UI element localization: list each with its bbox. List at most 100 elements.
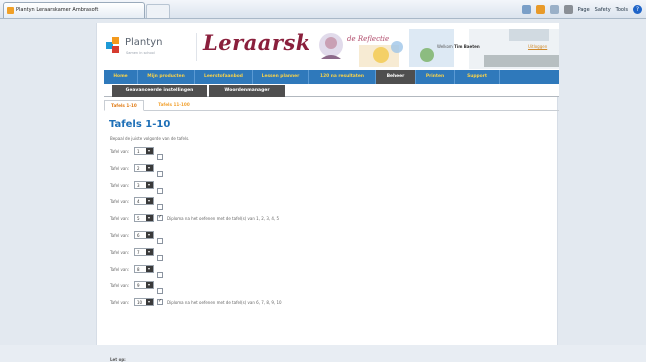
table-select-value: 2 [137, 165, 140, 171]
table-row: Tafel van: 2 [109, 163, 539, 177]
main-nav: Home Mijn producten Leerstofaanbod Lessen p… [104, 70, 559, 84]
chevron-down-icon[interactable] [146, 215, 153, 222]
help-icon[interactable]: ? [633, 5, 642, 14]
subnav-word-manager[interactable]: Woordenmanager [209, 85, 285, 97]
page-menu[interactable]: Page [578, 7, 590, 13]
print-icon[interactable] [563, 5, 573, 14]
command-bar: Page Safety Tools ? [521, 3, 642, 16]
new-tab-button[interactable] [146, 4, 170, 18]
user-name: Tim Baeten [454, 44, 480, 49]
chevron-down-icon[interactable] [146, 282, 153, 289]
table-select[interactable]: 2 [134, 163, 154, 172]
welcome-text: Welkom Tim Baeten [437, 44, 480, 49]
welcome-prefix: Welkom [437, 44, 453, 49]
table-select-value: 7 [137, 249, 140, 255]
diploma-checkbox[interactable] [157, 271, 163, 278]
table-select-value: 9 [137, 283, 140, 289]
table-select-value: 4 [137, 199, 140, 205]
diploma-checkbox[interactable] [157, 170, 163, 177]
header-divider [196, 33, 197, 61]
browser-tab[interactable]: Plantyn Leraarskamer Ambrasoft [3, 2, 145, 18]
table-select-value: 3 [137, 182, 140, 188]
nav-item-printen[interactable]: Printen [416, 70, 455, 84]
row-label: Tafel van: [110, 300, 130, 306]
row-label: Tafel van: [110, 249, 130, 255]
chevron-down-icon[interactable] [146, 265, 153, 272]
tools-menu[interactable]: Tools [616, 7, 628, 13]
table-row: Tafel van: 3 [109, 180, 539, 194]
nav-item-home[interactable]: Home [104, 70, 138, 84]
table-select[interactable]: 5 [134, 214, 154, 223]
safety-menu[interactable]: Safety [595, 7, 611, 13]
table-row: Tafel van: 8 [109, 264, 539, 278]
table-row: Tafel van: 10 Diploma na het oefenen met d… [109, 298, 539, 308]
table-select-value: 8 [137, 266, 140, 272]
diploma-checkbox[interactable] [157, 254, 163, 261]
diploma-label: Diploma na het oefenen met de tafel(s) v… [167, 300, 282, 306]
table-select[interactable]: 7 [134, 247, 154, 256]
table-select-value: 1 [137, 149, 140, 154]
table-row: Tafel van: 9 [109, 281, 539, 295]
chevron-down-icon[interactable] [146, 248, 153, 255]
feeds-icon[interactable] [535, 5, 545, 14]
row-label: Tafel van: [110, 233, 130, 238]
chevron-down-icon[interactable] [146, 299, 153, 306]
chevron-down-icon[interactable] [146, 232, 153, 238]
table-select[interactable]: 10 [134, 298, 154, 307]
table-row: Tafel van: 1 [109, 147, 539, 160]
subnav-advanced-settings[interactable]: Geavanceerde instellingen [112, 85, 207, 97]
banner-illustration: de Reflectie [309, 25, 559, 69]
chevron-down-icon[interactable] [146, 148, 153, 154]
nav-item-beheer[interactable]: Beheer [376, 70, 416, 84]
home-icon[interactable] [521, 5, 531, 14]
mail-icon[interactable] [549, 5, 559, 14]
table-select[interactable]: 6 [134, 231, 154, 239]
diploma-checkbox[interactable] [157, 238, 163, 244]
diploma-checkbox[interactable] [157, 288, 163, 295]
nav-item-support[interactable]: Support [455, 70, 500, 84]
sub-nav: Geavanceerde instellingen Woordenmanager [104, 84, 559, 97]
site-container: Plantyn Samen in school Leraarskamer de … [96, 23, 559, 362]
row-label: Tafel van: [110, 199, 130, 205]
tab-tables-1-10[interactable]: Tafels 1-10 [104, 100, 144, 111]
logo-text[interactable]: Plantyn [125, 37, 162, 48]
row-label: Tafel van: [110, 266, 130, 272]
logo-tagline: Samen in school [126, 51, 155, 55]
chevron-down-icon[interactable] [146, 164, 153, 171]
plantyn-logo-icon[interactable] [106, 37, 120, 53]
chevron-down-icon[interactable] [146, 181, 153, 188]
row-label: Tafel van: [110, 182, 130, 188]
row-label: Tafel van: [110, 149, 130, 154]
tab-tables-11-100[interactable]: Tafels 11-100 [148, 100, 200, 111]
site-favicon-icon [7, 7, 14, 14]
diploma-label: Diploma na het oefenen met de tafel(s) v… [167, 216, 280, 222]
table-select[interactable]: 8 [134, 264, 154, 273]
row-label: Tafel van: [110, 283, 130, 289]
diploma-checkbox[interactable] [157, 298, 163, 306]
nav-item-lessen-planner[interactable]: Lessen planner [253, 70, 309, 84]
svg-text:de Reflectie: de Reflectie [347, 35, 389, 43]
tab-strip: Tafels 1-10 Tafels 11-100 [104, 100, 559, 111]
logout-link[interactable]: Uitloggen [528, 44, 547, 49]
diploma-checkbox[interactable] [157, 214, 163, 222]
diploma-checkbox[interactable] [157, 154, 163, 160]
notice-label: Let op: [110, 357, 126, 362]
table-select-value: 6 [137, 233, 140, 238]
site-header: Plantyn Samen in school Leraarskamer de … [97, 23, 559, 71]
nav-item-leerstofaanbod[interactable]: Leerstofaanbod [195, 70, 253, 84]
table-select[interactable]: 1 [134, 147, 154, 155]
diploma-checkbox[interactable] [157, 204, 163, 211]
page-title: Tafels 1-10 [109, 119, 171, 130]
nav-item-120-na-resultaten[interactable]: 120 na resultaten [309, 70, 376, 84]
table-select-value: 10 [137, 300, 143, 306]
browser-tab-title: Plantyn Leraarskamer Ambrasoft [16, 7, 99, 13]
table-select[interactable]: 9 [134, 281, 154, 290]
chevron-down-icon[interactable] [146, 198, 153, 205]
table-select[interactable]: 4 [134, 197, 154, 206]
nav-item-mijn-producten[interactable]: Mijn producten [138, 70, 195, 84]
diploma-checkbox[interactable] [157, 187, 163, 194]
table-select-value: 5 [137, 216, 140, 222]
browser-toolbar: Plantyn Leraarskamer Ambrasoft Page Safe… [0, 0, 646, 19]
table-row: Tafel van: 6 [109, 231, 539, 244]
table-select[interactable]: 3 [134, 180, 154, 189]
